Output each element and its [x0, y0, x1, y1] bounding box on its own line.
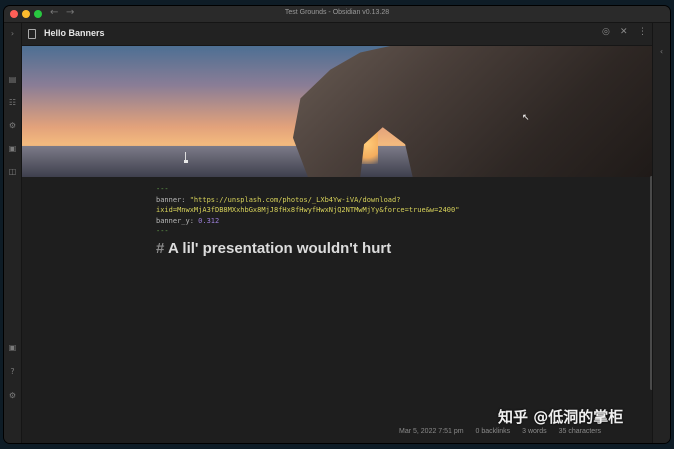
- banner-url-part-2: ixid=MnwxMjA3fDB8MXxhbGx8MjJ8fHx8fHwyfHw…: [156, 206, 460, 214]
- note-heading: # A lil' presentation wouldn't hurt: [156, 240, 636, 257]
- heading-text: A lil' presentation wouldn't hurt: [167, 239, 392, 257]
- reading-view-icon[interactable]: ◎: [602, 27, 610, 37]
- pane-title: Hello Banners: [44, 28, 105, 38]
- banner-y-value: 0.312: [198, 216, 220, 225]
- frontmatter-banner-line: banner: "https://unsplash.com/photos/_LX…: [156, 195, 636, 206]
- status-backlinks[interactable]: 0 backlinks: [476, 428, 511, 435]
- help-icon[interactable]: ?: [8, 367, 17, 376]
- expand-sidebar-icon[interactable]: ›: [8, 29, 17, 38]
- banner-image: [22, 46, 652, 177]
- heading-hash: #: [156, 239, 168, 257]
- editor-pane: Hello Banners ◎ ✕ ⋮ --- banner: "https:/…: [22, 23, 653, 443]
- obsidian-window: ← → Test Grounds - Obsidian v0.13.28 › ▤…: [4, 6, 670, 443]
- status-modified-date: Mar 5, 2022 7:51 pm: [399, 428, 464, 435]
- frontmatter-banner-y-line: banner_y: 0.312: [156, 216, 636, 227]
- banner-key: banner:: [156, 195, 190, 204]
- search-icon[interactable]: ☷: [8, 98, 17, 107]
- status-character-count: 35 characters: [558, 428, 602, 435]
- window-title: Test Grounds - Obsidian v0.13.28: [284, 9, 390, 16]
- status-bar: Mar 5, 2022 7:51 pm 0 backlinks 3 words …: [399, 428, 611, 435]
- collapse-right-sidebar-icon[interactable]: ‹: [657, 47, 666, 56]
- banner-rock-arch: [292, 46, 652, 177]
- settings-icon[interactable]: ⚙: [8, 391, 17, 400]
- pane-header: Hello Banners ◎ ✕ ⋮: [22, 23, 652, 46]
- right-ribbon: ‹: [652, 23, 670, 443]
- note-content[interactable]: --- banner: "https://unsplash.com/photos…: [156, 184, 636, 257]
- left-ribbon: › ▤ ☷ ⚙ ▣ ◫ ▣ ? ⚙: [4, 23, 22, 443]
- watermark-text: 知乎 @低洞的掌柜: [498, 408, 624, 426]
- frontmatter-open: ---: [156, 185, 169, 193]
- daily-note-icon[interactable]: ▣: [8, 144, 17, 153]
- banner-boat-mast: [185, 152, 186, 160]
- vault-switcher-icon[interactable]: ▣: [8, 343, 17, 352]
- banner-boat: [184, 160, 188, 163]
- canvas-icon[interactable]: ◫: [8, 167, 17, 176]
- status-word-count: 3 words: [522, 428, 547, 435]
- document-icon: [28, 29, 36, 39]
- mouse-cursor-icon: ↖: [522, 113, 530, 123]
- graph-view-icon[interactable]: ⚙: [8, 121, 17, 130]
- close-pane-icon[interactable]: ✕: [620, 27, 628, 37]
- banner-y-key: banner_y:: [156, 216, 199, 225]
- banner-url-part-1: "https://unsplash.com/photos/_LXb4Yw-iVA…: [189, 195, 401, 204]
- more-options-icon[interactable]: ⋮: [638, 27, 647, 37]
- frontmatter-close: ---: [156, 227, 169, 235]
- file-explorer-icon[interactable]: ▤: [8, 75, 17, 84]
- title-bar: ← → Test Grounds - Obsidian v0.13.28: [4, 6, 670, 23]
